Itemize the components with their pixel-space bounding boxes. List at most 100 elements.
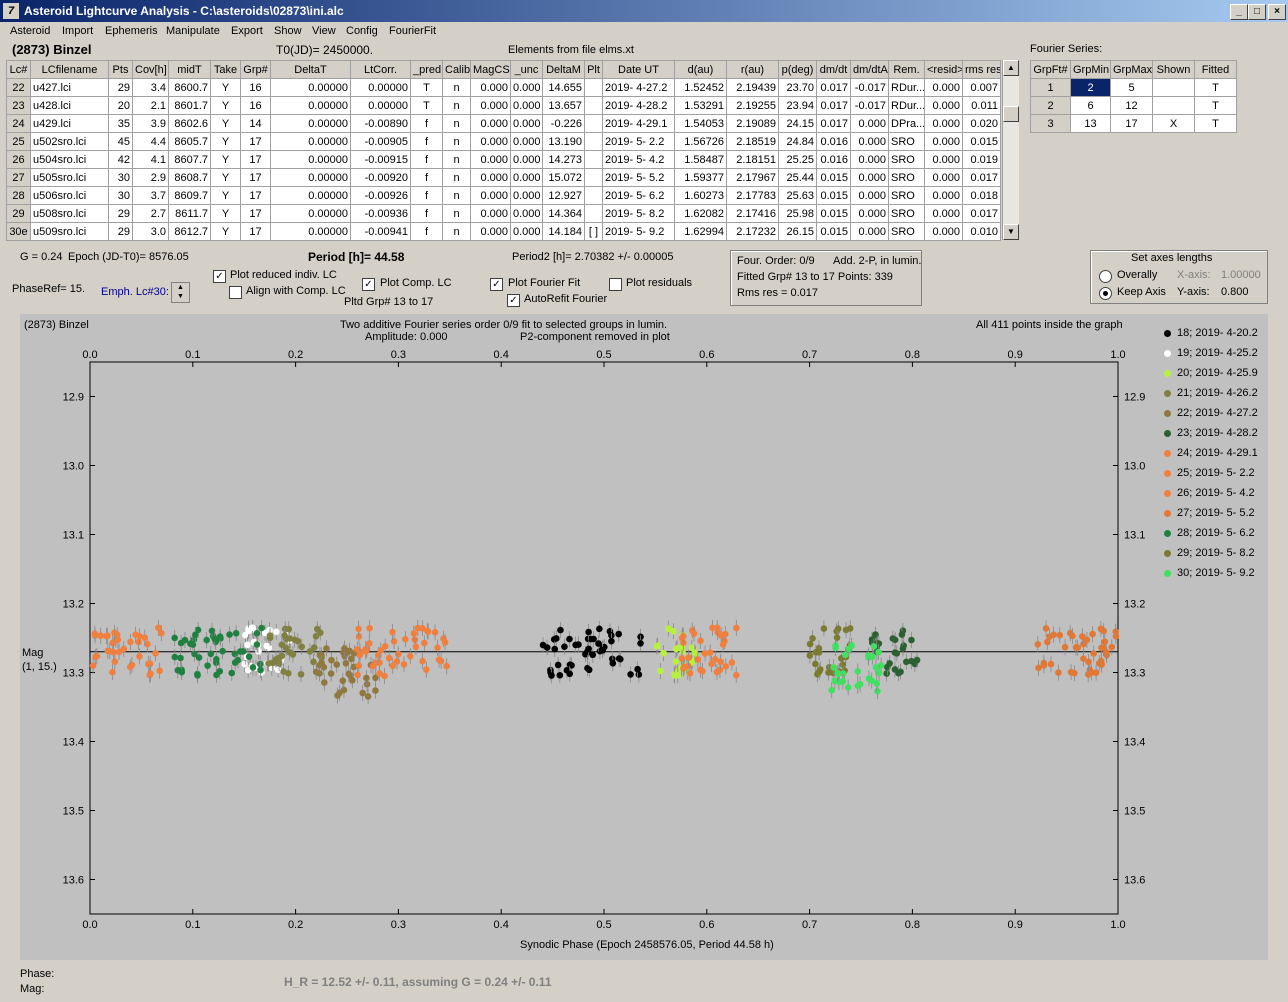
- column-header[interactable]: dm/dtA: [850, 60, 889, 79]
- menu-asteroid[interactable]: Asteroid: [10, 25, 50, 37]
- table-cell[interactable]: 29: [108, 78, 133, 97]
- table-cell[interactable]: f: [410, 186, 443, 205]
- row-header[interactable]: 22: [6, 78, 31, 97]
- table-cell[interactable]: u509sro.lci: [30, 222, 109, 241]
- menu-fourierfit[interactable]: FourierFit: [389, 25, 436, 37]
- column-header[interactable]: LCfilename: [30, 60, 109, 79]
- column-header[interactable]: _pred.: [410, 60, 443, 79]
- table-cell[interactable]: 45: [108, 132, 133, 151]
- table-cell[interactable]: 29: [108, 222, 133, 241]
- table-cell[interactable]: 0.015: [962, 132, 1001, 151]
- table-cell[interactable]: 30: [108, 168, 133, 187]
- table-cell[interactable]: n: [442, 78, 471, 97]
- table-scrollbar[interactable]: ▲ ▼: [1002, 60, 1019, 240]
- table-cell[interactable]: 25.98: [778, 204, 817, 223]
- table-cell[interactable]: 2.19439: [726, 78, 779, 97]
- table-cell[interactable]: 1.52452: [674, 78, 727, 97]
- table-cell[interactable]: 23.94: [778, 96, 817, 115]
- table-cell[interactable]: 0.000: [510, 150, 543, 169]
- table-cell[interactable]: [584, 96, 603, 115]
- table-cell[interactable]: 2.19255: [726, 96, 779, 115]
- table-cell[interactable]: 0.00000: [270, 78, 351, 97]
- table-cell[interactable]: SRO: [888, 132, 925, 151]
- row-header[interactable]: 25: [6, 132, 31, 151]
- plot-reduced-checkbox[interactable]: ✓: [213, 270, 226, 283]
- column-header[interactable]: rms res: [962, 60, 1001, 79]
- table-cell[interactable]: 0.000: [470, 186, 511, 205]
- table-cell[interactable]: [584, 204, 603, 223]
- table-cell[interactable]: 42: [108, 150, 133, 169]
- table-cell[interactable]: SRO: [888, 222, 925, 241]
- table-cell[interactable]: 3.4: [132, 78, 169, 97]
- fourier-cell[interactable]: 2: [1070, 78, 1111, 97]
- table-cell[interactable]: -0.00920: [350, 168, 411, 187]
- table-cell[interactable]: 29: [108, 204, 133, 223]
- table-cell[interactable]: 8602.6: [168, 114, 211, 133]
- table-cell[interactable]: 0.000: [470, 132, 511, 151]
- menu-config[interactable]: Config: [346, 25, 378, 37]
- table-row[interactable]: 22 u427.lci 29 3.4 8600.7 Y 16 0.00000 0.00000 Tn…: [6, 78, 1001, 97]
- table-cell[interactable]: 13.657: [542, 96, 585, 115]
- table-cell[interactable]: Y: [210, 132, 241, 151]
- column-header[interactable]: DeltaM: [542, 60, 585, 79]
- table-cell[interactable]: 0.000: [470, 204, 511, 223]
- table-cell[interactable]: 12.927: [542, 186, 585, 205]
- row-header[interactable]: 23: [6, 96, 31, 115]
- table-cell[interactable]: Y: [210, 96, 241, 115]
- table-cell[interactable]: 0.000: [924, 204, 963, 223]
- table-cell[interactable]: 16: [240, 78, 271, 97]
- table-cell[interactable]: RDur...: [888, 78, 925, 97]
- table-cell[interactable]: [584, 186, 603, 205]
- table-cell[interactable]: n: [442, 222, 471, 241]
- table-cell[interactable]: 2.17967: [726, 168, 779, 187]
- column-header[interactable]: d(au): [674, 60, 727, 79]
- table-cell[interactable]: 2.17232: [726, 222, 779, 241]
- table-cell[interactable]: [584, 114, 603, 133]
- table-cell[interactable]: Y: [210, 150, 241, 169]
- table-cell[interactable]: 8612.7: [168, 222, 211, 241]
- table-cell[interactable]: 8608.7: [168, 168, 211, 187]
- table-cell[interactable]: 25.44: [778, 168, 817, 187]
- table-cell[interactable]: 4.4: [132, 132, 169, 151]
- table-cell[interactable]: 0.00000: [270, 150, 351, 169]
- fourier-column-header[interactable]: Fitted: [1194, 60, 1237, 79]
- table-cell[interactable]: 0.00000: [270, 222, 351, 241]
- table-cell[interactable]: 0.00000: [270, 114, 351, 133]
- table-cell[interactable]: 8607.7: [168, 150, 211, 169]
- table-cell[interactable]: 1.59377: [674, 168, 727, 187]
- minimize-button[interactable]: _: [1230, 4, 1248, 20]
- table-cell[interactable]: [584, 150, 603, 169]
- fourier-column-header[interactable]: GrpFt#: [1030, 60, 1071, 79]
- row-header[interactable]: 30e: [6, 222, 31, 241]
- table-cell[interactable]: [584, 78, 603, 97]
- table-cell[interactable]: 17: [240, 222, 271, 241]
- table-cell[interactable]: Y: [210, 168, 241, 187]
- table-cell[interactable]: 0.00000: [270, 168, 351, 187]
- table-cell[interactable]: n: [442, 168, 471, 187]
- table-row[interactable]: 26 u504sro.lci 42 4.1 8607.7 Y 17 0.00000 -0.009…: [6, 150, 1001, 169]
- row-header[interactable]: 24: [6, 114, 31, 133]
- table-cell[interactable]: 2019- 5- 9.2: [602, 222, 675, 241]
- table-cell[interactable]: n: [442, 204, 471, 223]
- table-cell[interactable]: 2.19089: [726, 114, 779, 133]
- row-header[interactable]: 29: [6, 204, 31, 223]
- table-cell[interactable]: 0.000: [850, 204, 889, 223]
- fourier-column-header[interactable]: Shown: [1152, 60, 1195, 79]
- column-header[interactable]: Cov[h]: [132, 60, 169, 79]
- table-cell[interactable]: 0.000: [850, 222, 889, 241]
- column-header[interactable]: LtCorr.: [350, 60, 411, 79]
- row-header[interactable]: 28: [6, 186, 31, 205]
- fourier-cell[interactable]: [1152, 96, 1195, 115]
- table-cell[interactable]: 2019- 5- 4.2: [602, 150, 675, 169]
- fourier-row-header[interactable]: 3: [1030, 114, 1071, 133]
- column-header[interactable]: _unc: [510, 60, 543, 79]
- table-cell[interactable]: 0.000: [924, 222, 963, 241]
- fourier-cell[interactable]: 17: [1110, 114, 1153, 133]
- fourier-cell[interactable]: [1152, 78, 1195, 97]
- table-cell[interactable]: 30: [108, 186, 133, 205]
- fourier-row[interactable]: 2 6 12 T: [1030, 96, 1237, 115]
- table-cell[interactable]: 2.18519: [726, 132, 779, 151]
- column-header[interactable]: MagCS: [470, 60, 511, 79]
- table-cell[interactable]: 0.00000: [350, 78, 411, 97]
- table-cell[interactable]: u502sro.lci: [30, 132, 109, 151]
